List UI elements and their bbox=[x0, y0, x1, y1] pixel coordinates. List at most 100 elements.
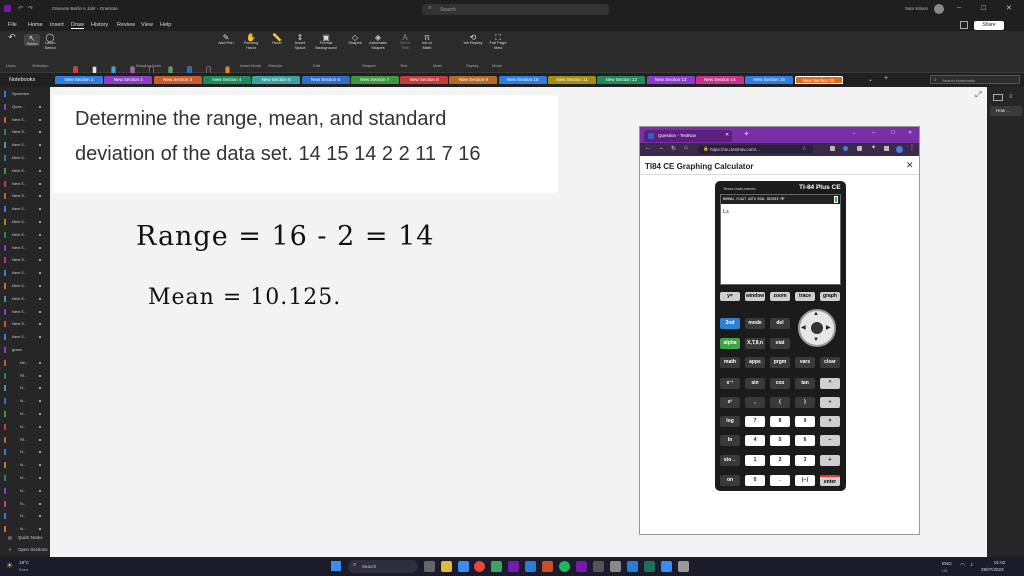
calc-key[interactable]: x⁻¹ bbox=[720, 378, 740, 389]
app-icon[interactable] bbox=[678, 561, 689, 572]
calc-key[interactable]: x² bbox=[720, 397, 740, 408]
sidebar-section-item[interactable]: New S... bbox=[12, 257, 27, 262]
sidebar-section-item[interactable]: N... bbox=[20, 475, 26, 480]
app-icon[interactable] bbox=[542, 561, 553, 572]
avatar[interactable] bbox=[934, 4, 944, 14]
sidebar-section-item[interactable]: New S... bbox=[12, 245, 27, 250]
calc-key[interactable]: ln bbox=[720, 435, 740, 446]
section-tab[interactable]: New Section 10 bbox=[498, 76, 547, 84]
calc-key[interactable]: 7 bbox=[745, 416, 765, 427]
add-page-icon[interactable] bbox=[993, 94, 1003, 101]
calc-key[interactable]: . bbox=[770, 475, 790, 486]
expand-icon[interactable]: ⤢ bbox=[975, 90, 981, 100]
calc-key[interactable]: mode bbox=[745, 318, 765, 329]
sidebar-section-item[interactable]: New S... bbox=[12, 142, 27, 147]
calc-key[interactable]: 5 bbox=[770, 435, 790, 446]
sidebar-section-item[interactable]: N... bbox=[20, 385, 26, 390]
sidebar-section-item[interactable]: Fil... bbox=[20, 373, 28, 378]
sidebar-section-item[interactable]: New S... bbox=[12, 168, 27, 173]
arrow-left-icon[interactable]: ◀ bbox=[801, 324, 806, 331]
section-tab[interactable]: New Section 6 bbox=[301, 76, 350, 84]
calc-key[interactable]: sto→ bbox=[720, 455, 740, 466]
calc-key[interactable]: apps bbox=[745, 357, 765, 368]
sidebar-section-item[interactable]: New S... bbox=[12, 283, 27, 288]
onenote-taskbar-icon[interactable] bbox=[508, 561, 519, 572]
menu-home[interactable]: Home bbox=[28, 22, 43, 28]
section-tab[interactable]: New Section 3 bbox=[153, 76, 202, 84]
section-tab[interactable]: New Section 4 bbox=[202, 76, 251, 84]
volume-icon[interactable]: ♪ bbox=[970, 562, 973, 568]
menu-insert[interactable]: Insert bbox=[50, 22, 64, 28]
back-icon[interactable]: ← bbox=[645, 145, 651, 151]
app-icon[interactable] bbox=[627, 561, 638, 572]
sidebar-section-item[interactable]: N... bbox=[20, 449, 26, 454]
menu-file[interactable]: File bbox=[8, 22, 17, 28]
home-icon[interactable]: ⌂ bbox=[684, 145, 688, 151]
close-calculator-button[interactable]: ✕ bbox=[906, 160, 914, 171]
app-icon[interactable] bbox=[458, 561, 469, 572]
task-view-icon[interactable] bbox=[424, 561, 435, 572]
calc-key[interactable]: enter bbox=[820, 475, 840, 486]
redo-quick-icon[interactable]: ↷ bbox=[28, 5, 33, 12]
calc-key[interactable]: ) bbox=[795, 397, 815, 408]
sidebar-section-item[interactable]: New S... bbox=[12, 321, 27, 326]
sort-icon[interactable]: ≡ bbox=[1009, 94, 1013, 100]
undo-button[interactable]: ↶ bbox=[6, 33, 18, 42]
user-name[interactable]: Sam Kitson bbox=[905, 6, 928, 11]
extension-icon[interactable] bbox=[857, 146, 862, 151]
ink-to-math-button[interactable]: π Ink to Math bbox=[418, 34, 436, 51]
sidebar-section-item[interactable]: New S... bbox=[12, 117, 27, 122]
sidebar-section-item[interactable]: grace bbox=[12, 347, 22, 352]
select-button[interactable]: ↖ Select bbox=[24, 34, 40, 46]
add-pen-button[interactable]: ✎ Add Pen bbox=[218, 34, 234, 46]
section-tab[interactable]: New Section 12 bbox=[597, 76, 646, 84]
sidebar-section-item[interactable]: N... bbox=[20, 501, 26, 506]
calc-key[interactable]: cos bbox=[770, 378, 790, 389]
calc-key[interactable]: del bbox=[770, 318, 790, 329]
calc-key[interactable]: math bbox=[720, 357, 740, 368]
search-box[interactable]: ⌕ Search bbox=[422, 4, 609, 15]
ruler-button[interactable]: 📏 Ruler bbox=[268, 34, 286, 46]
calc-key[interactable]: window bbox=[745, 292, 765, 301]
arrow-up-icon[interactable]: ▲ bbox=[813, 311, 819, 317]
notebook-search-box[interactable]: ⌕ Search Notebooks bbox=[930, 75, 1020, 84]
reload-icon[interactable]: ↻ bbox=[671, 145, 676, 152]
chrome-icon[interactable] bbox=[474, 561, 485, 572]
windows-start-icon[interactable] bbox=[331, 561, 341, 571]
calc-key[interactable]: − bbox=[820, 435, 840, 446]
calc-key[interactable]: , bbox=[745, 397, 765, 408]
lasso-select-button[interactable]: ◯ Lasso Select bbox=[42, 34, 58, 51]
format-background-button[interactable]: ▣ Format Background bbox=[312, 34, 340, 51]
calc-key[interactable]: (−) bbox=[795, 475, 815, 486]
section-tab[interactable]: New Section 8 bbox=[400, 76, 449, 84]
app-icon[interactable] bbox=[610, 561, 621, 572]
notebook-view-icon[interactable] bbox=[960, 21, 968, 29]
share-button[interactable]: Share bbox=[974, 21, 1004, 30]
bookmark-star-icon[interactable]: ☆ bbox=[802, 146, 806, 152]
quick-notes-link[interactable]: Quick Notes bbox=[18, 535, 43, 540]
open-sections-link[interactable]: Open Sections bbox=[18, 547, 48, 552]
close-icon[interactable]: ✕ bbox=[1006, 4, 1012, 12]
browser-maximize-icon[interactable]: ☐ bbox=[891, 130, 895, 136]
file-explorer-icon[interactable] bbox=[441, 561, 452, 572]
app-icon[interactable] bbox=[644, 561, 655, 572]
calc-key[interactable]: log bbox=[720, 416, 740, 427]
sidebar-section-item[interactable]: N... bbox=[20, 513, 26, 518]
sidebar-section-item[interactable]: N... bbox=[20, 462, 26, 467]
automatic-shapes-button[interactable]: ◈ Automatic Shapes bbox=[366, 34, 390, 51]
clock-date[interactable]: 29/07/2023 bbox=[981, 567, 1004, 572]
ink-replay-button[interactable]: ⟲ Ink Replay bbox=[462, 34, 484, 46]
full-page-view-button[interactable]: ⛶ Full Page View bbox=[486, 34, 510, 51]
browser-menu-icon[interactable]: ⌄ bbox=[852, 130, 856, 136]
calc-key[interactable]: 1 bbox=[745, 455, 765, 466]
calc-key[interactable]: 8 bbox=[770, 416, 790, 427]
section-tab[interactable]: New Section 14 bbox=[695, 76, 744, 84]
calc-key[interactable]: y= bbox=[720, 292, 740, 301]
browser-tab[interactable]: Question - TestNav ✕ bbox=[644, 130, 732, 142]
menu-view[interactable]: View bbox=[141, 22, 153, 28]
taskbar-search[interactable]: ⌕ Search bbox=[348, 560, 418, 573]
sidebar-section-item[interactable]: N... bbox=[20, 424, 26, 429]
sidebar-section-item[interactable]: New S... bbox=[12, 270, 27, 275]
insert-space-button[interactable]: ⇕ Insert Space bbox=[290, 34, 310, 51]
sidebar-section-item[interactable]: New S... bbox=[12, 155, 27, 160]
